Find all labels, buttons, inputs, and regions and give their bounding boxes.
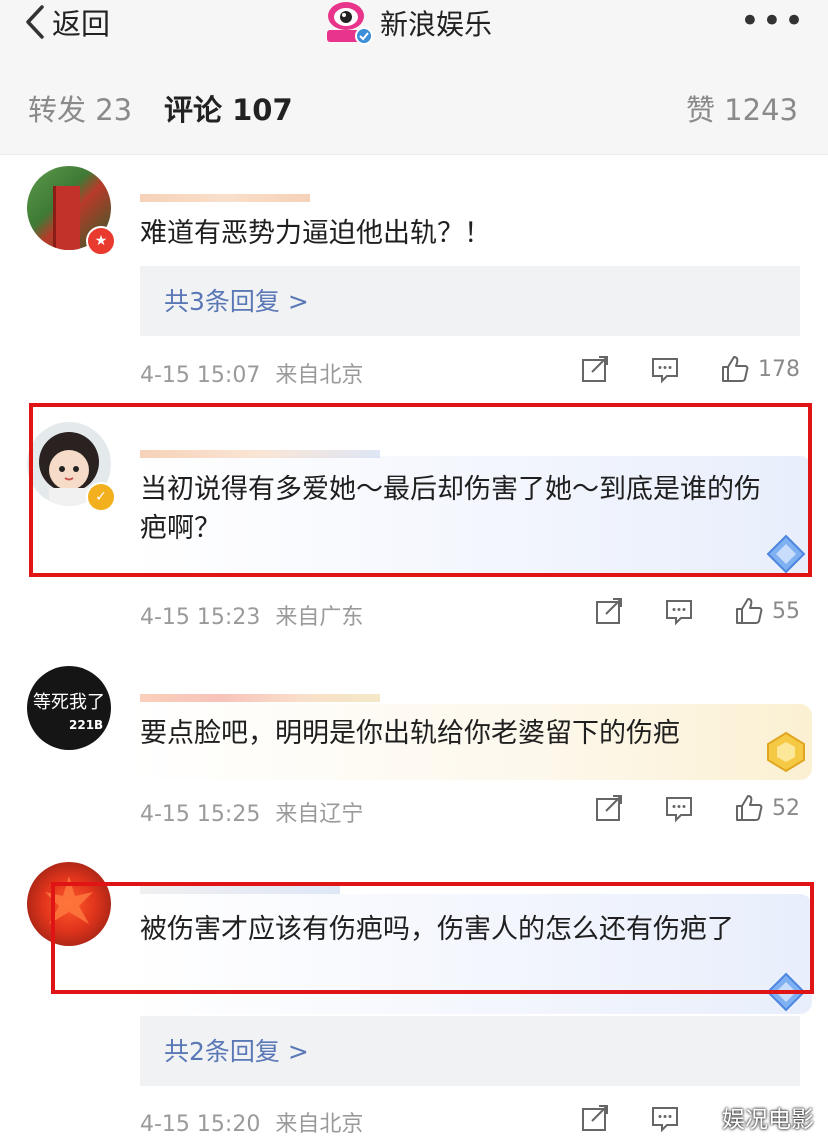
gold-badge-icon [767, 731, 805, 773]
comment-time: 4-15 15:07 [140, 363, 261, 388]
comment-item: 等死我了 221B 要点脸吧，明明是你出轨给你老婆留下的伤疤 4-15 15:2… [0, 648, 828, 844]
like-icon[interactable] [734, 596, 764, 626]
comment-icon[interactable] [650, 1103, 680, 1133]
top-nav-bar: 返回 新浪娱乐 ••• [0, 0, 828, 67]
username[interactable] [140, 180, 310, 202]
tab-comment[interactable]: 评论 107 [164, 92, 293, 128]
tab-forward[interactable]: 转发 23 [28, 92, 132, 128]
comment-actions: 178 [580, 354, 800, 384]
back-label: 返回 [52, 7, 111, 41]
comment-actions: 55 [594, 596, 800, 626]
account-name: 新浪娱乐 [380, 8, 493, 41]
sina-entertainment-logo [322, 0, 374, 46]
avatar-text: 等死我了 [33, 692, 105, 713]
member-badge-icon: ★ [86, 226, 116, 256]
avatar[interactable]: 等死我了 221B [27, 666, 111, 750]
tab-like[interactable]: 赞 1243 [686, 92, 798, 128]
comment-actions [580, 1103, 688, 1133]
comment-icon[interactable] [664, 793, 694, 823]
highlight-frame [51, 882, 814, 994]
tab-bar: 转发 23 评论 107 赞 1243 [0, 66, 828, 155]
account-title[interactable]: 新浪娱乐 [322, 0, 492, 46]
highlight-frame [29, 403, 812, 577]
share-icon[interactable] [580, 1103, 610, 1133]
like-icon[interactable] [720, 354, 750, 384]
comment-location: 来自广东 [275, 605, 364, 630]
comment-icon[interactable] [650, 354, 680, 384]
comment-location: 来自北京 [275, 1112, 364, 1137]
comment-text: 要点脸吧，明明是你出轨给你老婆留下的伤疤 [140, 718, 680, 749]
more-options-button[interactable]: ••• [740, 4, 806, 38]
like-count: 178 [758, 356, 800, 382]
comment-text: 难道有恶势力逼迫他出轨？！ [140, 218, 491, 249]
replies-box[interactable]: 共2条回复 > [140, 1016, 800, 1086]
username[interactable] [140, 680, 380, 702]
comment-item: ✓ 当初说得有多爱她～最后却伤害了她～到底是谁的伤疤啊？ 4-15 15:23 … [0, 394, 828, 648]
share-icon[interactable] [580, 354, 610, 384]
like-count: 52 [772, 795, 800, 821]
replies-box[interactable]: 共3条回复 > [140, 266, 800, 336]
comment-time: 4-15 15:25 [140, 802, 261, 827]
share-icon[interactable] [594, 596, 624, 626]
comment-location: 来自辽宁 [275, 802, 364, 827]
comment-icon[interactable] [664, 596, 694, 626]
share-icon[interactable] [594, 793, 624, 823]
chevron-left-icon [26, 5, 44, 39]
comment-time: 4-15 15:20 [140, 1112, 261, 1137]
comment-item: ★ 难道有恶势力逼迫他出轨？！ 共3条回复 > 4-15 15:07 来自北京 … [0, 154, 828, 394]
watermark: 娱况电影 [722, 1107, 814, 1133]
comment-item: 被伤害才应该有伤疤吗，伤害人的怎么还有伤疤了 共2条回复 > 4-15 15:2… [0, 844, 828, 1148]
view-replies-link[interactable]: 共3条回复 > [164, 282, 309, 318]
comment-meta: 4-15 15:07 来自北京 [140, 357, 363, 389]
like-icon[interactable] [734, 793, 764, 823]
like-count: 55 [772, 598, 800, 624]
comment-meta: 4-15 15:20 来自北京 [140, 1106, 363, 1138]
back-button[interactable]: 返回 [22, 2, 110, 42]
avatar-number: 221B [69, 718, 104, 732]
comment-time: 4-15 15:23 [140, 605, 261, 630]
view-replies-link[interactable]: 共2条回复 > [164, 1032, 309, 1068]
comment-meta: 4-15 15:25 来自辽宁 [140, 796, 363, 828]
comment-actions: 52 [594, 793, 800, 823]
comment-location: 来自北京 [275, 363, 364, 388]
comment-meta: 4-15 15:23 来自广东 [140, 599, 363, 631]
